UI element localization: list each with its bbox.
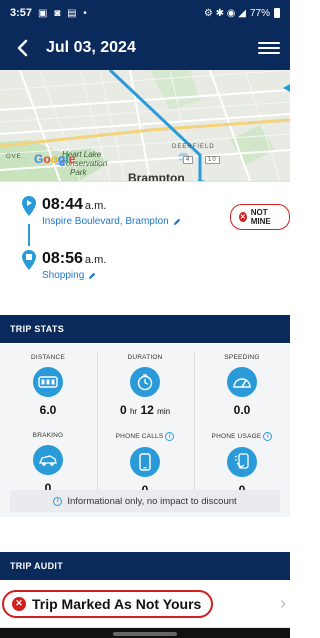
route-connector: [28, 224, 30, 246]
status-right: ⚙ ✱ ◉ ◢ 77%: [204, 8, 280, 19]
speedometer-icon: [227, 367, 257, 397]
stat-label: DISTANCE: [31, 354, 65, 361]
status-bar: 3:57 ▣ ◙ ▤ • ⚙ ✱ ◉ ◢ 77%: [0, 0, 290, 26]
trip-map[interactable]: DEERFIELD 4 10 Heart Lake Conservation P…: [0, 70, 290, 181]
start-place: Inspire Boulevard, Brampton: [42, 216, 169, 227]
notice-text: Informational only, no impact to discoun…: [67, 495, 237, 507]
signal-icons: ⚙ ✱ ◉ ◢: [203, 7, 246, 19]
app-header: Jul 03, 2024: [0, 26, 290, 70]
stat-label: DURATION: [127, 354, 163, 361]
audit-status: ✕ Trip Marked As Not Yours: [2, 589, 214, 618]
duration-min-unit: min: [157, 407, 171, 416]
stat-value: 0 hr 12 min: [97, 403, 193, 417]
hamburger-icon: [258, 42, 280, 44]
odometer-icon: [33, 367, 63, 397]
stat-duration: DURATION 0 hr 12 min: [97, 354, 193, 417]
stat-label: PHONE USAGE i: [194, 432, 290, 441]
info-icon[interactable]: i: [263, 432, 273, 441]
end-time: 08:56: [42, 250, 83, 267]
not-mine-badge[interactable]: ✕ NOT MINE: [230, 204, 290, 230]
stopwatch-icon: [130, 367, 160, 397]
start-pin-icon: [22, 196, 36, 216]
end-place: Shopping: [42, 270, 85, 281]
home-indicator[interactable]: [113, 632, 177, 636]
stat-label-text: PHONE USAGE: [211, 433, 262, 440]
phone-tap-icon: [227, 447, 257, 477]
braking-car-icon: [33, 445, 63, 475]
start-place-link[interactable]: Inspire Boulevard, Brampton: [42, 216, 181, 227]
end-ampm: a.m.: [84, 254, 107, 266]
audit-status-text: Trip Marked As Not Yours: [32, 595, 202, 612]
stat-phone-calls: PHONE CALLS i 0: [97, 432, 193, 497]
pencil-icon: [173, 218, 180, 225]
x-circle-icon: ✕: [239, 212, 247, 222]
stat-value: 0.0: [233, 403, 251, 417]
trip-end: 08:56 a.m. Shopping: [22, 250, 106, 281]
stat-label-text: PHONE CALLS: [115, 433, 164, 440]
battery-percent: 77%: [249, 7, 270, 19]
map-label-brampton: Brampton: [128, 171, 185, 181]
info-icon: i: [53, 496, 63, 506]
notification-icons: ▣ ◙ ▤ •: [38, 7, 89, 19]
map-label-ove: OVE: [6, 154, 22, 160]
stat-label: BRAKING: [32, 432, 64, 439]
info-icon[interactable]: i: [165, 432, 175, 441]
stat-braking: BRAKING 0: [0, 432, 96, 495]
start-ampm: a.m.: [84, 200, 107, 212]
menu-button[interactable]: [258, 37, 280, 59]
map-label-road-10: 10: [205, 156, 220, 164]
stat-speeding: SPEEDING 0.0: [194, 354, 290, 417]
page-title: Jul 03, 2024: [46, 39, 136, 56]
stat-label: PHONE CALLS i: [97, 432, 193, 441]
end-place-link[interactable]: Shopping: [42, 270, 106, 281]
trip-audit-header: TRIP AUDIT: [0, 552, 290, 580]
stat-value: 6.0: [39, 403, 57, 417]
map-label-deerfield: DEERFIELD: [172, 144, 215, 150]
duration-hr: 0: [119, 403, 127, 417]
chevron-right-icon: ›: [280, 593, 286, 613]
map-label-road-4: 4: [183, 156, 194, 164]
trip-stats-grid: DISTANCE 6.0 DURATION 0 hr 12 min SPEEDI…: [0, 344, 290, 517]
pencil-icon: [89, 272, 96, 279]
stat-label: SPEEDING: [224, 354, 260, 361]
map-label-park: Park: [70, 168, 87, 177]
battery-icon: [274, 8, 280, 18]
trip-stats-header: TRIP STATS: [0, 315, 290, 343]
google-logo: Google: [34, 152, 76, 166]
phone-icon: [130, 447, 160, 477]
trip-summary-card: 08:44 a.m. Inspire Boulevard, Brampton 08…: [0, 181, 290, 310]
duration-hr-unit: hr: [129, 407, 138, 416]
end-pin-icon: [22, 250, 36, 270]
discount-notice: i Informational only, no impact to disco…: [10, 490, 280, 512]
start-time: 08:44: [42, 196, 83, 213]
stat-distance: DISTANCE 6.0: [0, 354, 96, 417]
back-button[interactable]: [10, 36, 34, 60]
x-circle-icon: ✕: [12, 596, 26, 611]
stat-phone-usage: PHONE USAGE i 0: [194, 432, 290, 497]
status-time: 3:57: [10, 7, 33, 19]
trip-start: 08:44 a.m. Inspire Boulevard, Brampton: [22, 196, 181, 227]
not-mine-label: NOT MINE: [250, 208, 271, 226]
duration-min: 12: [140, 403, 154, 417]
trip-audit-row[interactable]: ✕ Trip Marked As Not Yours ›: [0, 580, 290, 628]
chevron-left-icon: [17, 39, 28, 57]
